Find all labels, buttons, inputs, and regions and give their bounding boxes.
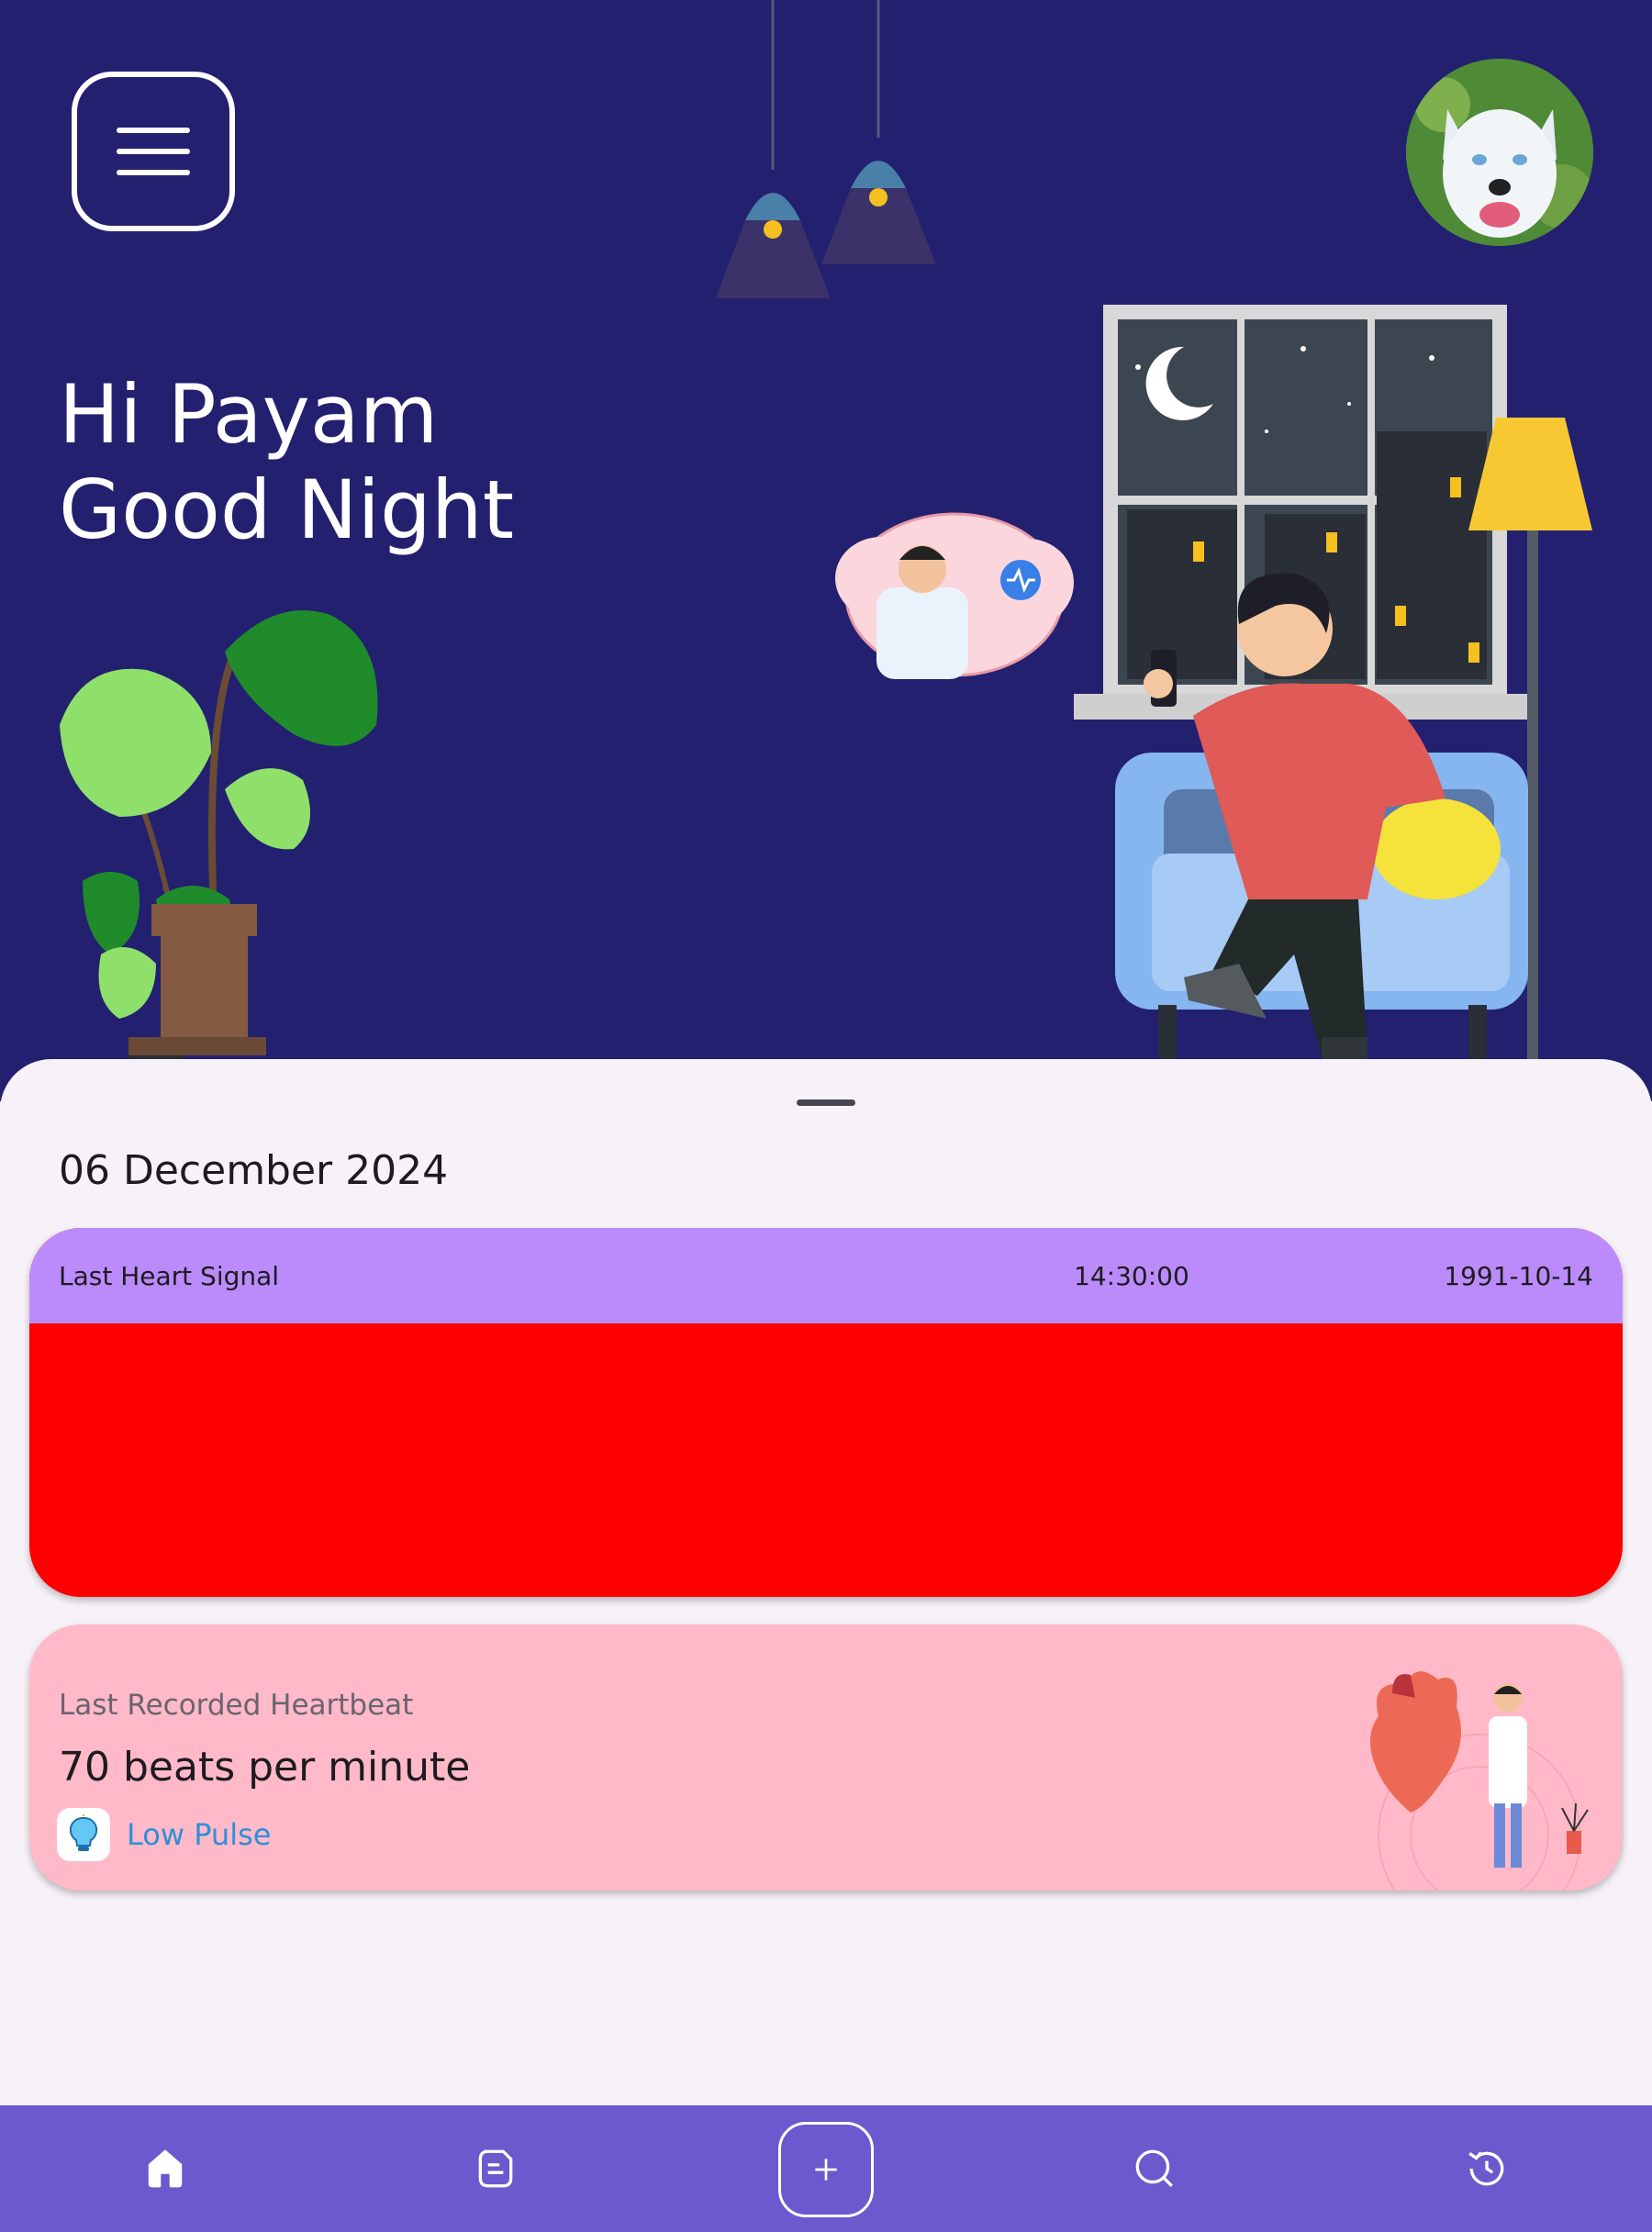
hamburger-menu-icon (117, 128, 190, 133)
bottom-navigation (0, 2105, 1652, 2232)
notes-icon (478, 2149, 513, 2188)
greeting-name: Hi Payam (59, 367, 439, 462)
signal-card-title: Last Heart Signal (59, 1261, 280, 1291)
home-icon (148, 2149, 183, 2188)
search-icon (1135, 2149, 1173, 2187)
signal-graph-area (29, 1323, 1623, 1597)
profile-avatar[interactable] (1406, 59, 1593, 246)
pulse-status: Low Pulse (57, 1808, 271, 1861)
menu-button[interactable] (72, 72, 235, 231)
nav-search[interactable] (1099, 2105, 1210, 2232)
heart-doctor-illustration (1370, 1671, 1589, 1891)
last-heart-signal-card[interactable]: Last Heart Signal 14:30:00 1991-10-14 (29, 1228, 1623, 1597)
nav-add-button[interactable] (778, 2122, 874, 2217)
plus-icon (815, 2159, 837, 2181)
greeting: Hi Payam Good Night (59, 367, 514, 558)
nav-home[interactable] (110, 2105, 220, 2232)
nav-notes[interactable] (441, 2105, 551, 2232)
signal-time: 14:30:00 (1074, 1261, 1189, 1291)
lightbulb-icon (57, 1808, 110, 1861)
pulse-status-label: Low Pulse (127, 1817, 272, 1852)
signal-date: 1991-10-14 (1444, 1261, 1593, 1291)
signal-card-header: Last Heart Signal 14:30:00 1991-10-14 (29, 1228, 1623, 1323)
current-date: 06 December 2024 (59, 1147, 449, 1194)
hero-banner: Hi Payam Good Night (0, 0, 1652, 1101)
heartbeat-caption: Last Recorded Heartbeat (59, 1689, 414, 1722)
last-heartbeat-card[interactable]: Last Recorded Heartbeat 70 beats per min… (29, 1624, 1623, 1891)
nav-history[interactable] (1432, 2105, 1542, 2232)
history-icon (1468, 2151, 1504, 2186)
dog-avatar-image (1406, 59, 1593, 246)
sheet-drag-handle[interactable] (797, 1099, 855, 1106)
greeting-time-of-day: Good Night (59, 463, 515, 557)
heartbeat-value: 70 beats per minute (59, 1744, 471, 1791)
bottom-sheet[interactable]: 06 December 2024 Last Heart Signal 14:30… (0, 1059, 1652, 2105)
